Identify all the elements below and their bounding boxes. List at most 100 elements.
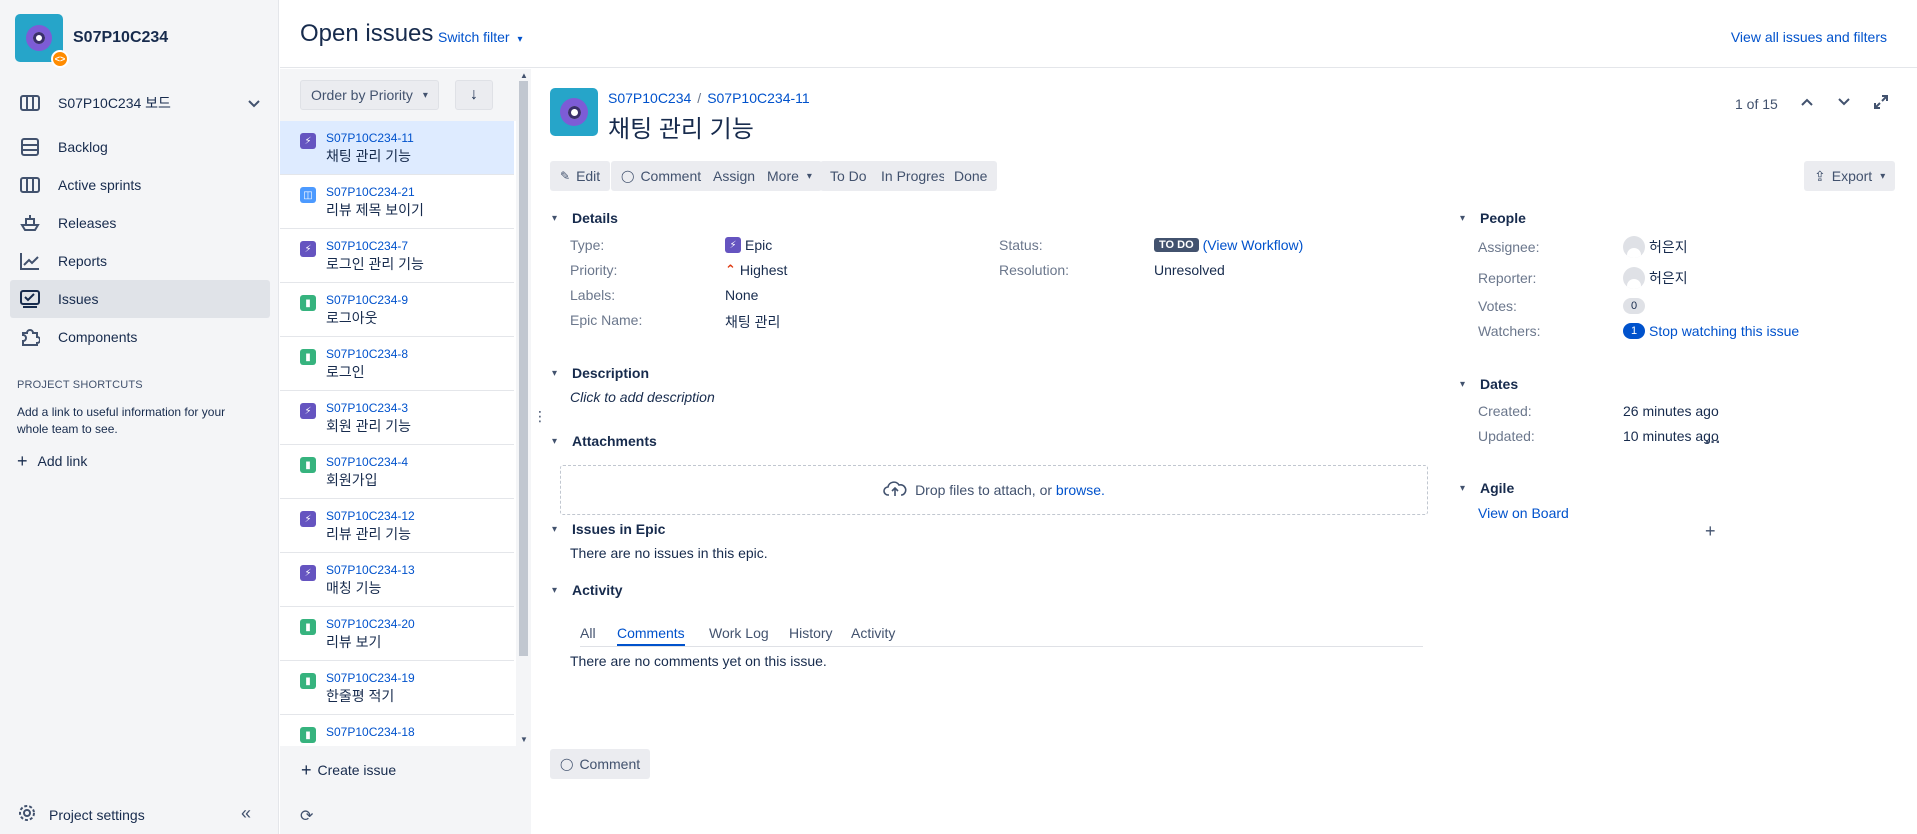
shortcuts-heading: PROJECT SHORTCUTS [17, 379, 143, 391]
votes-value[interactable]: 0 [1623, 298, 1649, 314]
issue-list-row[interactable]: ⚡ S07P10C234-7 로그인 관리 기능 [280, 229, 514, 283]
issue-key[interactable]: S07P10C234-8 [326, 346, 514, 362]
activity-tabs: All Comments Work Log History Activity [580, 625, 1423, 647]
issues-in-epic-heading: Issues in Epic [572, 521, 666, 537]
issues-icon [18, 287, 42, 311]
dates-heading: Dates [1480, 376, 1519, 392]
previous-issue-icon[interactable] [1801, 95, 1813, 109]
issue-key[interactable]: S07P10C234-20 [326, 616, 514, 632]
people-section-toggle[interactable]: ▾ People [1460, 210, 1526, 226]
issue-list-row[interactable]: ⚡ S07P10C234-3 회원 관리 기능 [280, 391, 514, 445]
chevron-down-icon: ▾ [1460, 378, 1466, 390]
add-comment-button[interactable]: ◯ Comment [550, 749, 651, 779]
add-issue-in-epic-icon[interactable]: + [1705, 521, 1716, 542]
attachment-dropzone[interactable]: Drop files to attach, or browse. [560, 465, 1428, 515]
issue-list-row[interactable]: ▮ S07P10C234-4 회원가입 [280, 445, 514, 499]
issue-list-row[interactable]: ⚡ S07P10C234-13 매칭 기능 [280, 553, 514, 607]
description-section-toggle[interactable]: ▾ Description [552, 365, 649, 381]
issues-in-epic-section-toggle[interactable]: ▾ Issues in Epic [552, 521, 665, 537]
issue-key[interactable]: S07P10C234-19 [326, 670, 514, 686]
issue-key[interactable]: S07P10C234-11 [326, 130, 514, 146]
sidebar-item-active-sprints[interactable]: Active sprints [10, 166, 270, 204]
scroll-down-icon[interactable]: ▼ [520, 735, 528, 744]
breadcrumb-project[interactable]: S07P10C234 [608, 90, 691, 106]
tab-history[interactable]: History [789, 625, 833, 644]
edit-button[interactable]: ✎ Edit [550, 161, 611, 191]
scrollbar-thumb[interactable] [519, 81, 528, 656]
collapse-sidebar-icon[interactable]: « [241, 803, 251, 824]
reporter-value[interactable]: 허은지 [1623, 267, 1688, 289]
issue-key[interactable]: S07P10C234-18 [326, 724, 514, 740]
issue-key[interactable]: S07P10C234-13 [326, 562, 514, 578]
labels-value[interactable]: None [725, 287, 758, 303]
list-scrollbar[interactable]: ▲ ▼ [516, 69, 531, 746]
comment-button[interactable]: ◯ Comment [611, 161, 712, 191]
board-switcher[interactable]: S07P10C234 보드 [10, 84, 270, 122]
issue-key[interactable]: S07P10C234-3 [326, 400, 514, 416]
agile-section-toggle[interactable]: ▾ Agile [1460, 480, 1514, 496]
sort-direction-button[interactable]: ↓ [455, 80, 493, 110]
issue-list-row[interactable]: ▮ S07P10C234-18 [280, 715, 514, 746]
epic-name-label: Epic Name: [570, 312, 643, 328]
issue-list-row[interactable]: ◫ S07P10C234-21 리뷰 제목 보이기 [280, 175, 514, 229]
attachments-section-toggle[interactable]: ▾ Attachments [552, 433, 657, 449]
issue-list-row[interactable]: ▮ S07P10C234-8 로그인 [280, 337, 514, 391]
issue-list-row[interactable]: ⚡ S07P10C234-12 리뷰 관리 기능 [280, 499, 514, 553]
project-header[interactable]: <> S07P10C234 [15, 14, 168, 68]
assignee-value[interactable]: 허은지 [1623, 236, 1688, 258]
switch-filter-button[interactable]: Switch filter ▾ [438, 29, 523, 45]
tab-work-log[interactable]: Work Log [709, 625, 769, 644]
chevron-down-icon: ▾ [517, 34, 523, 45]
issue-list-row[interactable]: ⚡ S07P10C234-11 채팅 관리 기능 [280, 121, 514, 175]
done-button[interactable]: Done [944, 161, 998, 191]
project-settings-link[interactable]: Project settings [17, 803, 145, 826]
chevron-down-icon: ▾ [552, 212, 558, 224]
create-issue-button[interactable]: + Create issue [301, 761, 396, 779]
watchers-count[interactable]: 1 [1623, 323, 1645, 339]
issue-key[interactable]: S07P10C234-12 [326, 508, 514, 524]
issue-key[interactable]: S07P10C234-21 [326, 184, 514, 200]
export-button[interactable]: ⇪ Export ▾ [1804, 161, 1896, 191]
tab-activity[interactable]: Activity [851, 625, 895, 644]
issue-key[interactable]: S07P10C234-9 [326, 292, 514, 308]
tab-comments[interactable]: Comments [617, 625, 685, 646]
view-workflow-link[interactable]: (View Workflow) [1203, 237, 1304, 253]
next-issue-icon[interactable] [1838, 95, 1850, 109]
tab-all[interactable]: All [580, 625, 596, 644]
details-section-toggle[interactable]: ▾ Details [552, 210, 618, 226]
issue-key[interactable]: S07P10C234-7 [326, 238, 514, 254]
browse-link[interactable]: browse. [1056, 482, 1105, 498]
view-on-board-link[interactable]: View on Board [1478, 505, 1569, 521]
more-button[interactable]: More ▾ [757, 161, 822, 191]
issue-summary: 로그인 관리 기능 [326, 256, 424, 272]
activity-section-toggle[interactable]: ▾ Activity [552, 582, 623, 598]
breadcrumb-issue[interactable]: S07P10C234-11 [707, 90, 809, 106]
votes-count: 0 [1623, 298, 1645, 314]
issue-list-row[interactable]: ▮ S07P10C234-9 로그아웃 [280, 283, 514, 337]
expand-icon[interactable] [1873, 94, 1889, 113]
stop-watching-link[interactable]: Stop watching this issue [1649, 323, 1799, 339]
issue-key[interactable]: S07P10C234-4 [326, 454, 514, 470]
sidebar-item-backlog[interactable]: Backlog [10, 128, 270, 166]
scroll-up-icon[interactable]: ▲ [520, 71, 528, 80]
issue-list-row[interactable]: ▮ S07P10C234-19 한줄평 적기 [280, 661, 514, 715]
dates-section-toggle[interactable]: ▾ Dates [1460, 376, 1518, 392]
assign-button[interactable]: Assign [703, 161, 766, 191]
issue-list-row[interactable]: ▮ S07P10C234-20 리뷰 보기 [280, 607, 514, 661]
view-all-issues-link[interactable]: View all issues and filters [1731, 29, 1887, 45]
chevron-down-icon: ▾ [1460, 212, 1466, 224]
issue-title[interactable]: 채팅 관리 기능 [608, 109, 754, 144]
reporter-name: 허은지 [1649, 270, 1688, 286]
to-do-button[interactable]: To Do [820, 161, 877, 191]
sidebar-item-components[interactable]: Components [10, 318, 270, 356]
epic-name-value[interactable]: 채팅 관리 [725, 312, 780, 332]
sidebar-item-reports[interactable]: Reports [10, 242, 270, 280]
page-header: Open issues Switch filter ▾ View all iss… [280, 0, 1917, 68]
sidebar-item-releases[interactable]: Releases [10, 204, 270, 242]
add-link-button[interactable]: + Add link [17, 452, 87, 470]
sidebar-item-issues[interactable]: Issues [10, 280, 270, 318]
description-placeholder[interactable]: Click to add description [570, 389, 715, 405]
order-by-dropdown[interactable]: Order by Priority ▾ [300, 80, 439, 110]
refresh-icon[interactable]: ⟳ [300, 806, 313, 826]
resize-handle-icon[interactable]: ⋮ [533, 408, 547, 425]
